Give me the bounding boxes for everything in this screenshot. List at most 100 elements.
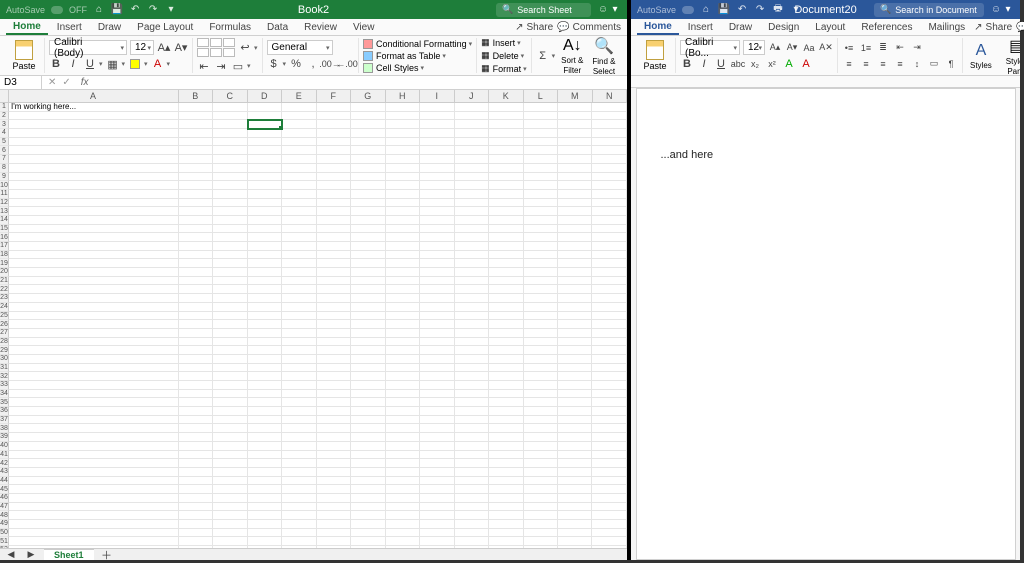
row-header[interactable]: 6 — [0, 146, 9, 155]
cell-E26[interactable] — [282, 320, 316, 329]
cell-M23[interactable] — [558, 294, 592, 303]
cell-G29[interactable] — [351, 346, 385, 355]
cell-C45[interactable] — [213, 485, 247, 494]
cell-F30[interactable] — [317, 355, 351, 364]
cell-L4[interactable] — [524, 129, 558, 138]
cell-D25[interactable] — [248, 312, 282, 321]
cell-H43[interactable] — [386, 468, 420, 477]
cell-D9[interactable] — [248, 173, 282, 182]
cell-L26[interactable] — [524, 320, 558, 329]
increase-decimal-button[interactable]: .00→ — [323, 57, 337, 71]
cell-M51[interactable] — [558, 537, 592, 546]
cell-L2[interactable] — [524, 112, 558, 121]
cell-I28[interactable] — [420, 338, 454, 347]
save-icon[interactable]: 💾 — [111, 4, 123, 16]
cell-K43[interactable] — [489, 468, 523, 477]
cell-L8[interactable] — [524, 164, 558, 173]
redo-icon[interactable]: ↷ — [754, 4, 766, 16]
row-header[interactable]: 35 — [0, 398, 9, 407]
cell-B14[interactable] — [179, 216, 213, 225]
cell-H32[interactable] — [386, 372, 420, 381]
cell-B18[interactable] — [179, 251, 213, 260]
cell-I41[interactable] — [420, 451, 454, 460]
cell-K17[interactable] — [489, 242, 523, 251]
autosave-toggle[interactable] — [51, 6, 63, 14]
row-header[interactable]: 26 — [0, 320, 9, 329]
cell-E36[interactable] — [282, 407, 316, 416]
cell-B41[interactable] — [179, 451, 213, 460]
cell-E49[interactable] — [282, 520, 316, 529]
styles-button[interactable]: AStyles — [967, 42, 995, 70]
tab-layout[interactable]: Layout — [808, 20, 852, 34]
cell-M49[interactable] — [558, 520, 592, 529]
cell-J25[interactable] — [455, 312, 489, 321]
cell-L6[interactable] — [524, 146, 558, 155]
cell-E18[interactable] — [282, 251, 316, 260]
row-header[interactable]: 51 — [0, 537, 9, 546]
cell-G5[interactable] — [351, 138, 385, 147]
row-header[interactable]: 48 — [0, 511, 9, 520]
cell-A15[interactable] — [9, 225, 179, 234]
cell-G11[interactable] — [351, 190, 385, 199]
cell-C20[interactable] — [213, 268, 247, 277]
delete-cells-button[interactable]: ▦ Delete ▾ — [481, 50, 527, 61]
cell-G14[interactable] — [351, 216, 385, 225]
font-size-select[interactable]: 12 — [743, 40, 765, 55]
cell-N43[interactable] — [592, 468, 626, 477]
cell-K40[interactable] — [489, 442, 523, 451]
align-right-button[interactable]: ≡ — [876, 57, 890, 71]
cell-M10[interactable] — [558, 181, 592, 190]
home-icon[interactable]: ⌂ — [700, 4, 712, 16]
number-format-select[interactable]: General — [267, 40, 333, 55]
cell-I18[interactable] — [420, 251, 454, 260]
cell-F4[interactable] — [317, 129, 351, 138]
cell-J51[interactable] — [455, 537, 489, 546]
cell-G25[interactable] — [351, 312, 385, 321]
cell-F25[interactable] — [317, 312, 351, 321]
cell-F29[interactable] — [317, 346, 351, 355]
cell-K19[interactable] — [489, 259, 523, 268]
paste-button[interactable]: Paste — [639, 40, 671, 71]
italic-button[interactable]: I — [697, 57, 711, 71]
cell-D34[interactable] — [248, 390, 282, 399]
cell-M26[interactable] — [558, 320, 592, 329]
cell-E44[interactable] — [282, 477, 316, 486]
cell-I33[interactable] — [420, 381, 454, 390]
cell-H52[interactable] — [386, 546, 420, 548]
cell-D50[interactable] — [248, 529, 282, 538]
prev-sheet-icon[interactable]: ◀ — [4, 548, 18, 562]
cell-H45[interactable] — [386, 485, 420, 494]
cell-N48[interactable] — [592, 511, 626, 520]
strikethrough-button[interactable]: abc — [731, 57, 745, 71]
underline-button[interactable]: U — [83, 57, 97, 71]
cell-M18[interactable] — [558, 251, 592, 260]
cell-I29[interactable] — [420, 346, 454, 355]
cell-L21[interactable] — [524, 277, 558, 286]
col-header-I[interactable]: I — [420, 90, 455, 102]
cell-G44[interactable] — [351, 477, 385, 486]
cell-K10[interactable] — [489, 181, 523, 190]
cell-J34[interactable] — [455, 390, 489, 399]
cell-F37[interactable] — [317, 416, 351, 425]
cell-A25[interactable] — [9, 312, 179, 321]
row-header[interactable]: 31 — [0, 364, 9, 373]
wrap-text-button[interactable]: ↩ — [238, 41, 252, 55]
cell-N39[interactable] — [592, 433, 626, 442]
cell-G49[interactable] — [351, 520, 385, 529]
row-header[interactable]: 13 — [0, 207, 9, 216]
cell-D16[interactable] — [248, 233, 282, 242]
cell-E37[interactable] — [282, 416, 316, 425]
cell-H11[interactable] — [386, 190, 420, 199]
cell-D13[interactable] — [248, 207, 282, 216]
cell-G18[interactable] — [351, 251, 385, 260]
indent-button[interactable]: ⇥ — [910, 41, 924, 55]
cell-N15[interactable] — [592, 225, 626, 234]
cell-G39[interactable] — [351, 433, 385, 442]
cell-A32[interactable] — [9, 372, 179, 381]
cell-M13[interactable] — [558, 207, 592, 216]
cell-K1[interactable] — [489, 103, 523, 112]
cell-E34[interactable] — [282, 390, 316, 399]
cell-C33[interactable] — [213, 381, 247, 390]
cell-D27[interactable] — [248, 329, 282, 338]
cell-E52[interactable] — [282, 546, 316, 548]
